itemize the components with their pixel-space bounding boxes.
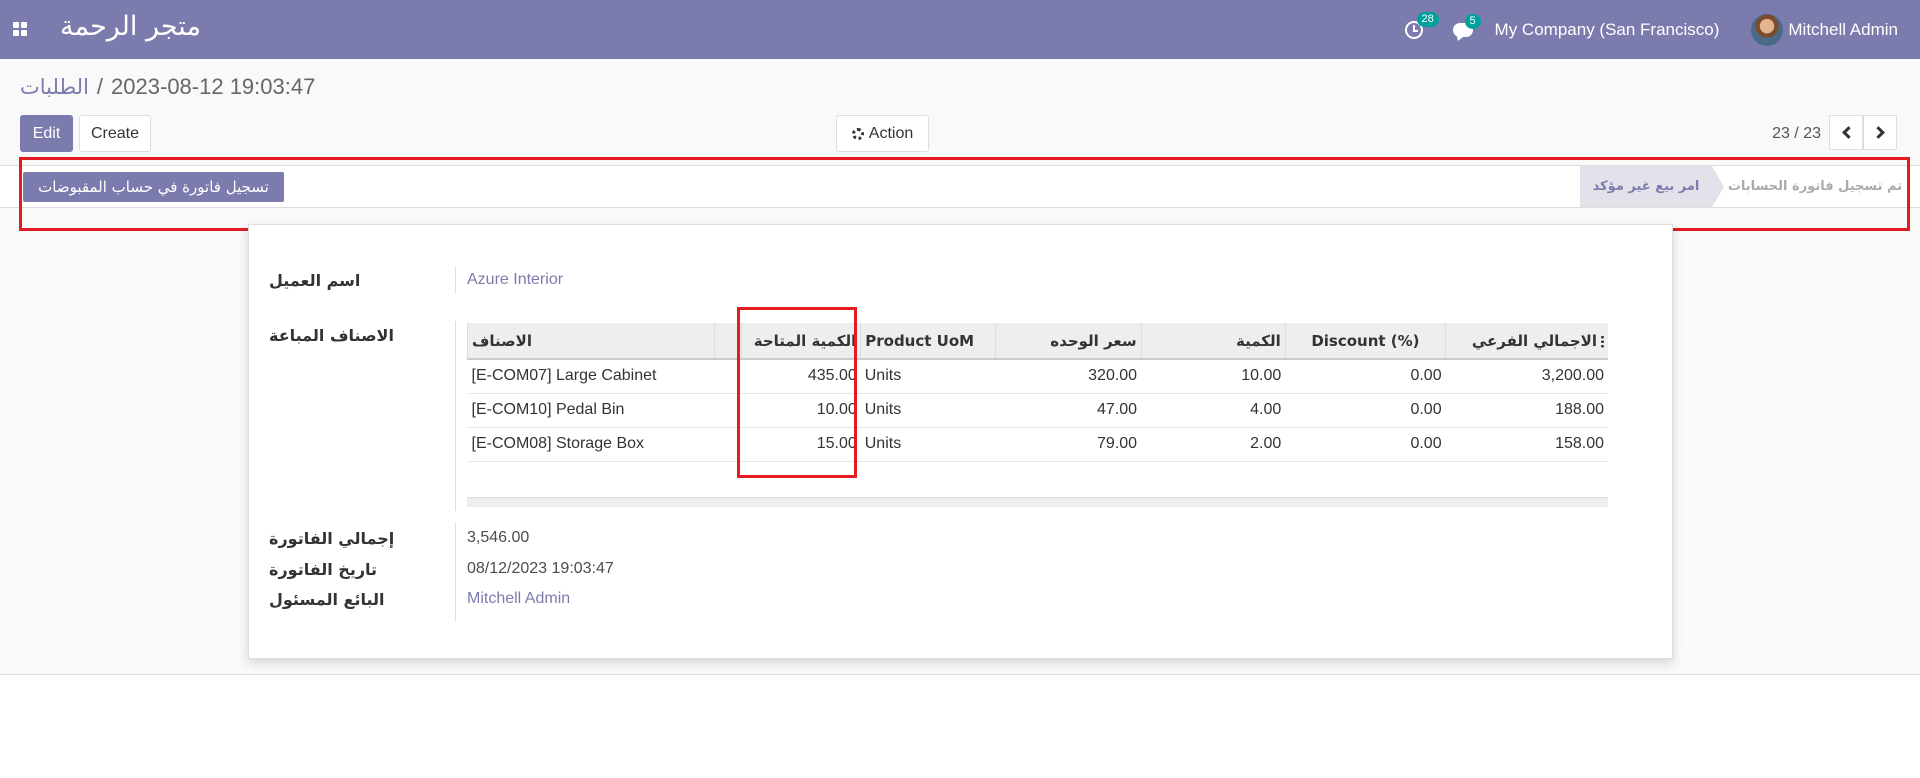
subtotal-header-label: الاجمالي الفرعي <box>1471 331 1597 350</box>
cell-subtotal: 158.00 <box>1445 427 1608 462</box>
action-button[interactable]: Action <box>836 115 929 152</box>
cell-available-qty: 435.00 <box>741 359 861 394</box>
customer-label: اسم العميل <box>269 271 361 290</box>
cell-discount: 0.00 <box>1285 359 1446 394</box>
cell-unit-price: 320.00 <box>995 359 1142 394</box>
messages-count-badge: 5 <box>1464 13 1481 29</box>
cell-available-qty: 15.00 <box>741 427 861 462</box>
navbar-right: 28 5 My Company (San Francisco) Mitchell… <box>1404 0 1898 59</box>
table-scrollbar[interactable] <box>467 497 1608 507</box>
breadcrumb-current: 2023-08-12 19:03:47 <box>111 74 316 99</box>
cell-product: [E-COM07] Large Cabinet <box>467 359 715 394</box>
cell-available-qty: 10.00 <box>741 393 861 428</box>
pager-previous-button[interactable] <box>1829 115 1863 150</box>
table-row[interactable]: [E-COM10] Pedal Bin 10.00 Units 47.00 4.00 0.… <box>467 393 1608 428</box>
avatar <box>1751 13 1784 46</box>
col-product-header[interactable]: الاصناف <box>466 323 715 360</box>
salesperson-value-link[interactable]: Mitchell Admin <box>467 590 570 608</box>
column-options-icon[interactable] <box>1601 334 1604 348</box>
cell-uom: Units <box>860 359 996 394</box>
register-invoice-button[interactable]: تسجيل فاتورة في حساب المقبوضات <box>23 172 284 202</box>
col-qty-header[interactable]: الكمية <box>1140 323 1286 360</box>
cell-unit-price: 47.00 <box>995 393 1142 428</box>
edit-button[interactable]: Edit <box>20 115 73 152</box>
cell-spacer <box>714 427 742 462</box>
field-divider <box>455 321 456 511</box>
pager-next-button[interactable] <box>1863 115 1897 150</box>
col-uom-header[interactable]: Product UoM <box>860 323 996 360</box>
cell-unit-price: 79.00 <box>995 427 1142 462</box>
status-bar: تسجيل فاتورة في حساب المقبوضات امر بيع غ… <box>0 165 1920 208</box>
breadcrumb: الطلبات / 2023-08-12 19:03:47 <box>20 74 315 100</box>
col-available-qty-header[interactable]: الكمية المتاحة <box>741 323 861 360</box>
table-row[interactable]: [E-COM08] Storage Box 15.00 Units 79.00 2.00… <box>467 427 1608 462</box>
date-value: 08/12/2023 19:03:47 <box>467 560 614 577</box>
chatter-area <box>0 675 1920 778</box>
chevron-right-icon <box>1871 126 1885 139</box>
cell-product: [E-COM10] Pedal Bin <box>467 393 715 428</box>
table-row[interactable]: [E-COM07] Large Cabinet 435.00 Units 320.00… <box>467 359 1608 394</box>
field-divider <box>455 523 456 621</box>
field-divider <box>455 267 456 293</box>
action-label: Action <box>868 124 914 142</box>
gear-icon <box>851 127 864 140</box>
cell-uom: Units <box>860 427 996 462</box>
cell-qty: 4.00 <box>1141 393 1286 428</box>
order-lines-body: [E-COM07] Large Cabinet 435.00 Units 320.00… <box>467 359 1608 462</box>
table-header-row: الاصناف الكمية المتاحة Product UoM سعر ا… <box>466 323 1608 360</box>
company-switcher[interactable]: My Company (San Francisco) <box>1495 20 1720 40</box>
lines-label: الاصناف المباعة <box>269 326 394 345</box>
cell-spacer <box>714 359 742 394</box>
breadcrumb-parent-link[interactable]: الطلبات <box>20 75 89 99</box>
col-subtotal-header[interactable]: الاجمالي الفرعي <box>1445 323 1608 360</box>
activity-button[interactable]: 28 <box>1404 11 1439 39</box>
col-spacer-header <box>714 323 742 360</box>
order-lines-table: الاصناف الكمية المتاحة Product UoM سعر ا… <box>466 323 1608 462</box>
total-label: إجمالي الفاتورة <box>269 529 395 548</box>
cell-discount: 0.00 <box>1285 427 1446 462</box>
date-label: تاريخ الفاتورة <box>269 560 378 579</box>
cell-product: [E-COM08] Storage Box <box>467 427 715 462</box>
user-name: Mitchell Admin <box>1788 19 1898 39</box>
cell-qty: 2.00 <box>1141 427 1286 462</box>
col-discount-header[interactable]: Discount (%) <box>1284 323 1446 360</box>
activity-count-badge: 28 <box>1416 11 1439 27</box>
form-sheet: اسم العميل Azure Interior الاصناف المباع… <box>248 224 1673 659</box>
total-value: 3,546.00 <box>467 529 530 546</box>
messages-button[interactable]: 5 <box>1452 13 1481 37</box>
cell-spacer <box>714 393 742 428</box>
customer-value-link[interactable]: Azure Interior <box>467 271 563 289</box>
user-menu[interactable]: Mitchell Admin <box>1751 13 1898 46</box>
create-button[interactable]: Create <box>79 115 151 152</box>
col-unit-price-header[interactable]: سعر الوحده <box>995 323 1142 360</box>
cell-qty: 10.00 <box>1141 359 1286 394</box>
breadcrumb-separator: / <box>96 74 104 99</box>
top-navbar: متجر الرحمة 28 5 My Company (San Francis… <box>0 0 1920 59</box>
salesperson-label: البائع المسئول <box>269 590 385 609</box>
stage-unconfirmed-order[interactable]: امر بيع غير مؤكد <box>1580 166 1724 207</box>
apps-menu-icon[interactable] <box>13 22 28 36</box>
app-brand[interactable]: متجر الرحمة <box>60 11 201 42</box>
cell-subtotal: 188.00 <box>1445 393 1608 428</box>
cell-subtotal: 3,200.00 <box>1445 359 1608 394</box>
chevron-left-icon <box>1841 126 1855 139</box>
stage-invoiced[interactable]: تم تسجيل فاتورة الحسابات <box>1720 166 1910 207</box>
cell-uom: Units <box>860 393 996 428</box>
pager-value[interactable]: 23 / 23 <box>1772 125 1821 143</box>
cell-discount: 0.00 <box>1285 393 1446 428</box>
